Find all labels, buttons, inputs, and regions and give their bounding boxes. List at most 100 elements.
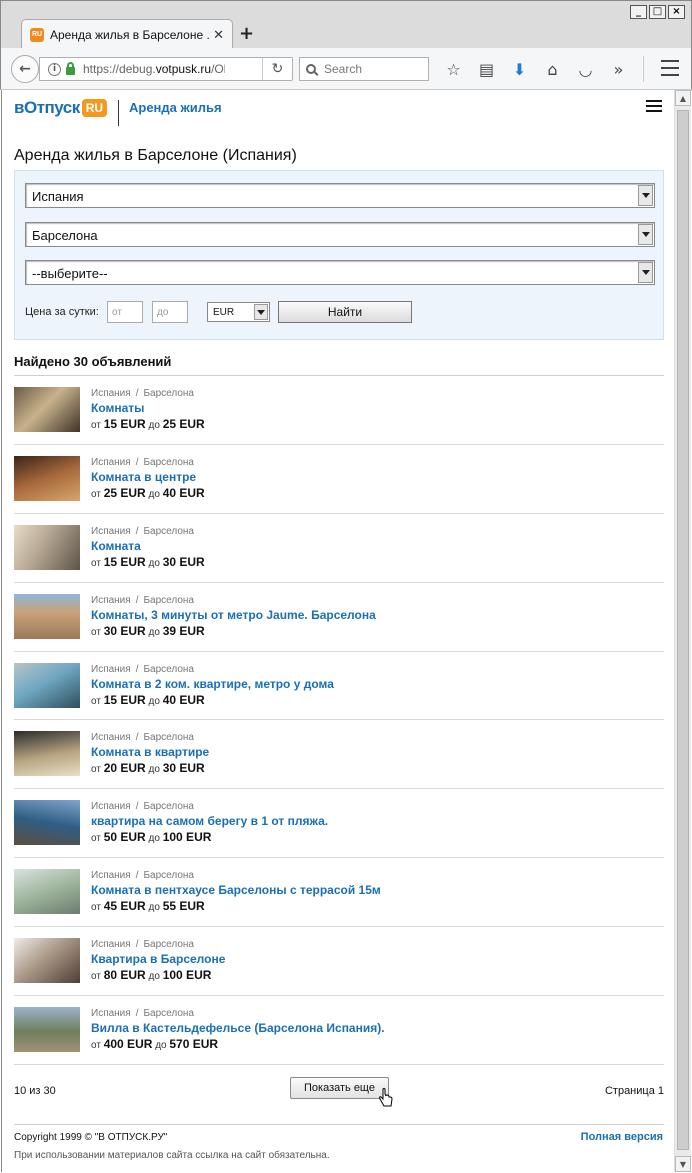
listing-photo[interactable]: [14, 800, 80, 846]
list-item: Испания / Барселона квартира на самом берег…: [14, 789, 664, 859]
listing-title-link[interactable]: Квартира в Барселоне: [91, 952, 225, 966]
listing-title-link[interactable]: Комнаты, 3 минуты от метро Jaume. Барсел…: [91, 608, 376, 622]
list-item: Испания / Барселона Комната в пентхаусе Бар…: [14, 858, 664, 928]
download-icon[interactable]: ⬇: [503, 58, 536, 80]
vertical-scrollbar[interactable]: ▲ ▼: [674, 90, 691, 1172]
results-count: Найдено 30 объявлений: [14, 354, 172, 369]
pocket-icon[interactable]: ◡: [569, 58, 602, 80]
listing-title-link[interactable]: Комната в 2 ком. квартире, метро у дома: [91, 677, 334, 691]
site-header: вОтпуск RU Аренда жилья: [14, 98, 662, 128]
back-button[interactable]: ←: [11, 55, 39, 83]
navigation-toolbar: ← i https://debug.votpusk.ru/Ob ↻ Search…: [0, 48, 692, 90]
favicon-icon: RU: [30, 27, 44, 42]
listing-price: от 20 EUR до 30 EUR: [91, 761, 205, 776]
currency-select[interactable]: EUR: [207, 302, 270, 322]
listing-photo[interactable]: [14, 387, 80, 432]
page-content: вОтпуск RU Аренда жилья Аренда жилья в Б…: [1, 90, 673, 1172]
listing-price: от 30 EUR до 39 EUR: [91, 623, 205, 638]
find-button[interactable]: Найти: [278, 301, 412, 323]
price-to-input[interactable]: до: [152, 301, 188, 323]
price-from-input[interactable]: от: [107, 301, 143, 323]
scroll-down-icon[interactable]: ▼: [675, 1156, 691, 1172]
listing-price: от 15 EUR до 30 EUR: [91, 554, 205, 569]
city-select[interactable]: Барселона: [25, 222, 655, 247]
listing-photo[interactable]: [14, 593, 80, 639]
listing-title-link[interactable]: Комната в пентхаусе Барселоны с террасой…: [91, 883, 381, 897]
maximize-button[interactable]: □: [649, 5, 666, 19]
listing-location: Испания / Барселона: [91, 456, 194, 468]
section-link-rentals[interactable]: Аренда жилья: [129, 100, 222, 115]
page-number: Страница 1: [604, 1085, 664, 1097]
browser-menu-icon[interactable]: [661, 60, 679, 76]
listing-title-link[interactable]: Комната в квартире: [91, 745, 209, 759]
new-tab-icon[interactable]: +: [239, 23, 254, 44]
chevron-down-icon: [638, 185, 653, 206]
site-logo[interactable]: вОтпуск RU: [14, 98, 108, 118]
listing-title-link[interactable]: Комната в центре: [91, 470, 196, 484]
toolbar-icons: ☆ ▤ ⬇ ⌂ ◡ »: [437, 58, 635, 80]
listing-price: от 15 EUR до 40 EUR: [91, 692, 205, 707]
listing-location: Испания / Барселона: [91, 870, 194, 882]
list-item: Испания / Барселона Комната в центре от 25 E…: [14, 445, 664, 514]
show-more-button[interactable]: Показать еще: [290, 1077, 389, 1099]
reading-list-icon[interactable]: ▤: [470, 58, 503, 80]
list-item: Испания / Барселона Комнаты от 15 EUR до 25 …: [14, 376, 664, 445]
listing-location: Испания / Барселона: [91, 801, 194, 813]
country-select[interactable]: Испания: [25, 183, 655, 208]
site-menu-icon[interactable]: [646, 100, 662, 112]
search-input[interactable]: Search: [299, 57, 429, 81]
list-item: Испания / Барселона Комната от 15 EUR до 30 …: [14, 514, 664, 583]
listing-price: от 25 EUR до 40 EUR: [91, 485, 205, 500]
full-version-link[interactable]: Полная версия: [581, 1131, 663, 1143]
shown-count: 10 из 30: [14, 1085, 56, 1097]
home-icon[interactable]: ⌂: [536, 58, 569, 80]
listing-price: от 80 EUR до 100 EUR: [91, 968, 212, 983]
listing-price: от 50 EUR до 100 EUR: [91, 830, 212, 845]
price-label: Цена за сутки:: [25, 306, 99, 318]
overflow-chevron-icon[interactable]: »: [602, 58, 635, 80]
listing-location: Испания / Барселона: [91, 663, 194, 675]
search-form: Испания Барселона --выберите-- Цена за с…: [14, 170, 664, 340]
info-icon[interactable]: i: [48, 62, 61, 76]
chevron-down-icon: [638, 262, 653, 283]
window-titlebar: _ □ × RU Аренда жилья в Барселоне ... ✕ …: [0, 0, 692, 49]
listing-photo[interactable]: [14, 869, 80, 915]
listing-price: от 400 EUR до 570 EUR: [91, 1037, 219, 1052]
listing-photo[interactable]: [14, 662, 80, 708]
minimize-button[interactable]: _: [630, 5, 647, 19]
bookmark-star-icon[interactable]: ☆: [437, 58, 470, 80]
close-tab-icon[interactable]: ✕: [213, 27, 224, 43]
copyright: Copyright 1999 © "В ОТПУСК.РУ": [14, 1132, 168, 1143]
listing-location: Испания / Барселона: [91, 939, 194, 951]
listing-location: Испания / Барселона: [91, 1008, 194, 1020]
listing-photo[interactable]: [14, 731, 80, 777]
lock-icon: [66, 62, 75, 75]
scroll-up-icon[interactable]: ▲: [675, 90, 691, 106]
scroll-thumb[interactable]: [677, 110, 689, 1150]
pager: 10 из 30 Показать еще Страница 1: [14, 1076, 664, 1107]
listing-title-link[interactable]: Вилла в Кастельдефельсе (Барселона Испан…: [91, 1021, 385, 1035]
listing-title-link[interactable]: Комнаты: [91, 401, 144, 415]
search-icon: [306, 64, 316, 74]
browser-tab[interactable]: RU Аренда жилья в Барселоне ... ✕: [21, 19, 233, 49]
usage-notice: При использовании материалов сайта ссылк…: [14, 1150, 330, 1161]
listing-location: Испания / Барселона: [91, 594, 194, 606]
close-window-button[interactable]: ×: [668, 5, 685, 19]
listing-photo[interactable]: [14, 455, 80, 501]
page-title: Аренда жилья в Барселоне (Испания): [14, 147, 297, 164]
listing-photo[interactable]: [14, 938, 80, 984]
chevron-down-icon: [254, 304, 268, 320]
url-bar[interactable]: i https://debug.votpusk.ru/Ob ↻: [39, 57, 293, 81]
district-select[interactable]: --выберите--: [25, 260, 655, 285]
hand-cursor-icon: [379, 1088, 393, 1107]
listing-location: Испания / Барселона: [91, 732, 194, 744]
list-item: Испания / Барселона Комната в квартире от 20…: [14, 720, 664, 790]
list-item: Испания / Барселона Вилла в Кастельдефельсе…: [14, 996, 664, 1065]
listing-photo[interactable]: [14, 524, 80, 570]
listing-title-link[interactable]: квартира на самом берегу в 1 от пляжа.: [91, 814, 328, 828]
list-item: Испания / Барселона Комнаты, 3 минуты от ме…: [14, 583, 664, 652]
reload-icon[interactable]: ↻: [262, 58, 292, 80]
listing-location: Испания / Барселона: [91, 525, 194, 537]
listing-title-link[interactable]: Комната: [91, 539, 141, 553]
listing-photo[interactable]: [14, 1007, 80, 1053]
